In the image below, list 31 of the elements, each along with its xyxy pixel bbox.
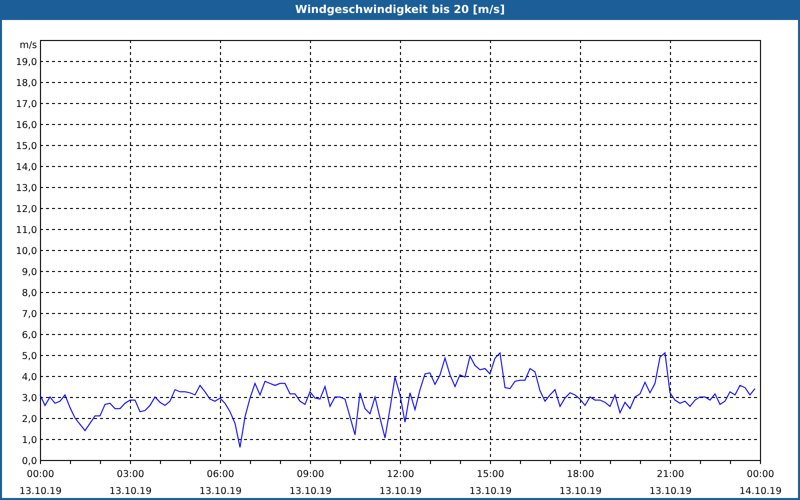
axis-label: 16,0 <box>16 120 37 131</box>
axis-label: 5,0 <box>22 351 37 362</box>
axis-label: 0,0 <box>22 456 37 467</box>
axis-label: 2,0 <box>22 414 37 425</box>
axis-label: 18,0 <box>16 78 37 89</box>
axis-label: 06:00 13.10.19 <box>199 469 242 497</box>
axis-label: 12,0 <box>16 204 37 215</box>
axis-label: 1,0 <box>22 435 37 446</box>
axis-label: 14,0 <box>16 162 37 173</box>
axis-label: 12:00 13.10.19 <box>379 469 422 497</box>
axis-label: 9,0 <box>22 267 37 278</box>
axis-label: 00:00 14.10.19 <box>739 469 782 497</box>
axis-label: 4,0 <box>22 372 37 383</box>
axis-label: 17,0 <box>16 99 37 110</box>
axis-label: 15:00 13.10.19 <box>469 469 512 497</box>
axis-label: 18:00 13.10.19 <box>559 469 602 497</box>
axis-label: 3,0 <box>22 393 37 404</box>
axis-label: 8,0 <box>22 288 37 299</box>
axis-label: 03:00 13.10.19 <box>109 469 152 497</box>
axis-label: 13,0 <box>16 183 37 194</box>
axis-label: 10,0 <box>16 246 37 257</box>
window-title: Windgeschwindigkeit bis 20 [m/s] <box>295 3 505 16</box>
axis-label: 09:00 13.10.19 <box>289 469 332 497</box>
axis-label: 21:00 13.10.19 <box>649 469 692 497</box>
axis-label: 7,0 <box>22 309 37 320</box>
axis-title: m/s <box>20 40 37 51</box>
axis-label: 6,0 <box>22 330 37 341</box>
axis-label: 00:00 13.10.19 <box>19 469 62 497</box>
axis-label: 19,0 <box>16 57 37 68</box>
axis-label: 15,0 <box>16 141 37 152</box>
axis-label: 11,0 <box>16 225 37 236</box>
